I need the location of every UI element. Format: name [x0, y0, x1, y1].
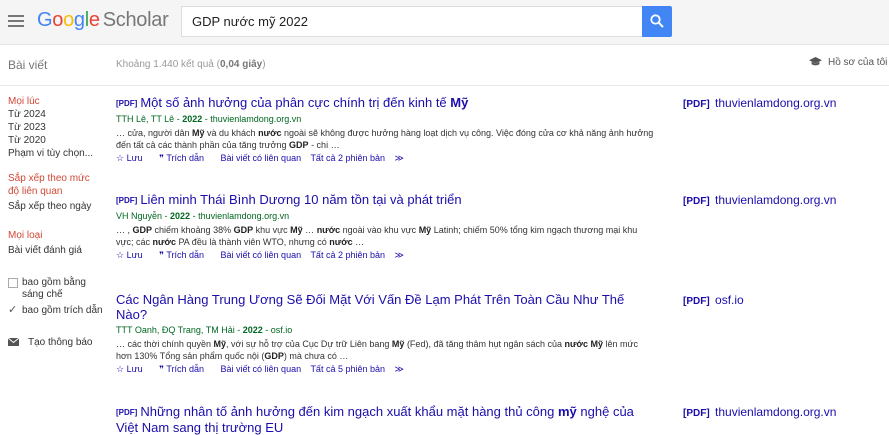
top-bar: Google Scholar [0, 0, 889, 45]
side-pdf-link[interactable]: [PDF] thuvienlamdong.org.vn [683, 193, 836, 207]
search-box [181, 6, 642, 37]
pdf-tag: [PDF] [116, 408, 138, 417]
result-item: Các Ngân Hàng Trung Ương Sẽ Đối Mặt Với … [116, 292, 656, 375]
results-bar: Bài viết Khoảng 1.440 kết quả (0,04 giây… [0, 45, 889, 86]
search-button[interactable] [642, 6, 672, 37]
envelope-icon [8, 338, 19, 346]
save-link[interactable]: ☆ Lưu [116, 153, 150, 163]
more-icon[interactable]: ≫ [395, 250, 404, 260]
result-count: Khoảng 1.440 kết quả (0,04 giây) [116, 59, 266, 70]
all-versions-link[interactable]: Tất cả 5 phiên bản [310, 364, 385, 374]
search-input[interactable] [182, 7, 622, 35]
all-versions-link[interactable]: Tất cả 2 phiên bản [310, 250, 385, 260]
related-articles-link[interactable]: Bài viết có liên quan [221, 364, 302, 374]
create-alert-link[interactable]: Tạo thông báo [8, 337, 108, 348]
result-title-text: Những nhân tố ảnh hưởng đến kim ngạch xu… [116, 404, 634, 435]
result-title[interactable]: [PDF] Liên minh Thái Bình Dương 10 năm tồ… [116, 192, 656, 208]
filter-review-articles[interactable]: Bài viết đánh giá [8, 244, 108, 257]
check-icon: ✓ [8, 304, 18, 316]
sort-by-relevance[interactable]: Sắp xếp theo mức độ liên quan [8, 172, 108, 198]
result-title[interactable]: [PDF] Những nhân tố ảnh hưởng đến kim ngạ… [116, 404, 656, 435]
result-actions: ☆ Lưu ❞ Trích dẫn Bài viết có liên quan … [116, 249, 656, 261]
my-profile-link[interactable]: Hồ sơ của tôi [809, 57, 887, 68]
all-versions-link[interactable]: Tất cả 2 phiên bản [310, 153, 385, 163]
section-title: Bài viết [8, 58, 48, 72]
side-pdf-link[interactable]: [PDF] osf.io [683, 293, 744, 307]
result-item: [PDF] Những nhân tố ảnh hưởng đến kim ngạ… [116, 404, 656, 435]
more-icon[interactable]: ≫ [395, 364, 404, 374]
result-title[interactable]: Các Ngân Hàng Trung Ương Sẽ Đối Mặt Với … [116, 292, 656, 322]
result-item: [PDF] Liên minh Thái Bình Dương 10 năm tồ… [116, 192, 656, 261]
cite-link[interactable]: ❞ Trích dẫn [159, 153, 211, 163]
related-articles-link[interactable]: Bài viết có liên quan [221, 153, 302, 163]
include-citations-checkbox[interactable]: ✓ bao gồm trích dẫn [8, 304, 108, 317]
side-pdf-link[interactable]: [PDF] thuvienlamdong.org.vn [683, 405, 836, 419]
include-patents-checkbox[interactable]: bao gồm bằng sáng chế [8, 277, 108, 301]
filter-custom-range[interactable]: Phạm vi tùy chọn... [8, 147, 108, 160]
filter-since-2023[interactable]: Từ 2023 [8, 121, 108, 134]
result-authors: TTH Lê, TT Lê - 2022 - thuvienlamdong.or… [116, 114, 302, 124]
save-link[interactable]: ☆ Lưu [116, 250, 150, 260]
search-icon [650, 14, 664, 28]
pdf-tag: [PDF] [116, 196, 138, 205]
more-icon[interactable]: ≫ [395, 153, 404, 163]
result-snippet: … các thời chính quyền Mỹ, với sự hỗ trợ… [116, 339, 639, 361]
logo[interactable]: Google Scholar [37, 9, 169, 32]
logo-scholar-text: Scholar [102, 9, 169, 31]
graduation-cap-icon [809, 57, 822, 66]
sidebar: Mọi lúc Từ 2024 Từ 2023 Từ 2020 Phạm vi … [8, 95, 108, 348]
result-snippet: … cửa, người dân Mỹ và du khách nước ngo… [116, 128, 654, 150]
result-title-text: Một số ảnh hưởng của phân cực chính trị … [140, 95, 469, 110]
related-articles-link[interactable]: Bài viết có liên quan [221, 250, 302, 260]
result-actions: ☆ Lưu ❞ Trích dẫn Bài viết có liên quan … [116, 363, 656, 375]
filter-any-type[interactable]: Mọi loại [8, 229, 108, 242]
side-pdf-link[interactable]: [PDF] thuvienlamdong.org.vn [683, 96, 836, 110]
pdf-tag: [PDF] [116, 99, 138, 108]
menu-icon[interactable] [8, 12, 24, 32]
filter-since-2024[interactable]: Từ 2024 [8, 108, 108, 121]
result-item: [PDF] Một số ảnh hưởng của phân cực chính… [116, 95, 656, 164]
checkbox-box [8, 278, 18, 288]
result-authors: TTT Oanh, ĐQ Trang, TM Hải - 2022 - osf.… [116, 325, 293, 335]
sort-by-date[interactable]: Sắp xếp theo ngày [8, 200, 108, 213]
cite-link[interactable]: ❞ Trích dẫn [159, 250, 211, 260]
filter-any-time[interactable]: Mọi lúc [8, 95, 108, 108]
cite-link[interactable]: ❞ Trích dẫn [159, 364, 211, 374]
result-title[interactable]: [PDF] Một số ảnh hưởng của phân cực chính… [116, 95, 656, 111]
save-link[interactable]: ☆ Lưu [116, 364, 150, 374]
result-actions: ☆ Lưu ❞ Trích dẫn Bài viết có liên quan … [116, 152, 656, 164]
result-authors: VH Nguyễn - 2022 - thuvienlamdong.org.vn [116, 211, 290, 221]
filter-since-2020[interactable]: Từ 2020 [8, 134, 108, 147]
result-title-text: Liên minh Thái Bình Dương 10 năm tồn tại… [140, 192, 462, 207]
result-snippet: … , GDP chiếm khoảng 38% GDP khu vực Mỹ … [116, 225, 638, 247]
